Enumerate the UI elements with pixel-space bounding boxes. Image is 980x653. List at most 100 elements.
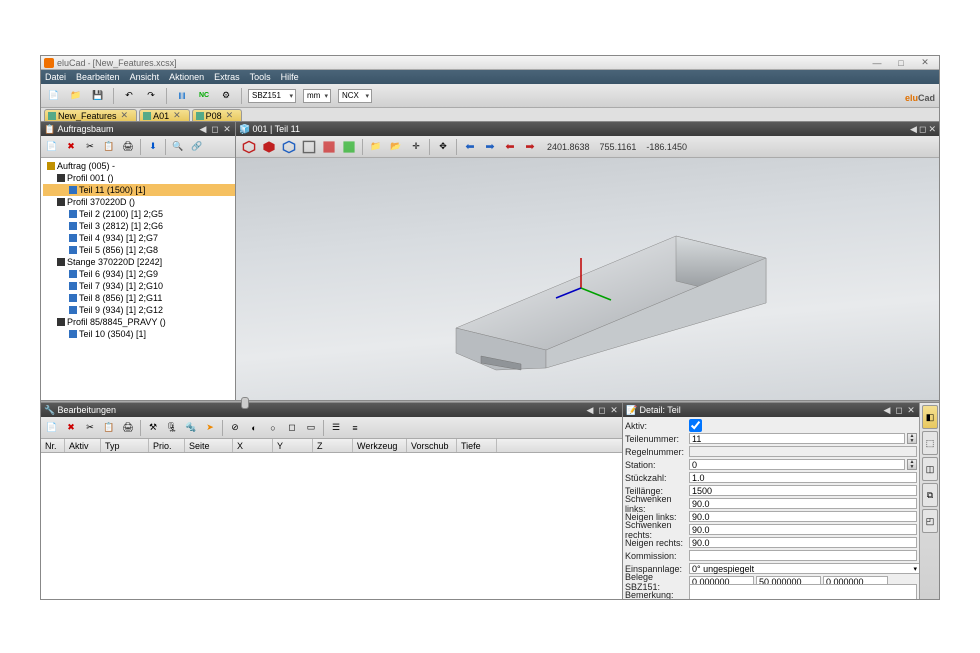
panel-close-icon[interactable]: ✕: [222, 124, 232, 135]
tree-item[interactable]: Profil 370220D (): [43, 196, 235, 208]
station-stepper[interactable]: ▲▼: [907, 459, 917, 470]
tree-item[interactable]: Profil 85/8845_PRAVY (): [43, 316, 235, 328]
tree-item[interactable]: Teil 2 (2100) [1] 2;G5: [43, 208, 235, 220]
tab-a01[interactable]: A01✕: [139, 109, 190, 121]
link-button[interactable]: 🔗: [188, 138, 206, 156]
op-copy-icon[interactable]: 📋: [100, 419, 118, 437]
tree-item[interactable]: Teil 8 (856) [1] 2;G11: [43, 292, 235, 304]
stueckzahl-field[interactable]: 1.0: [689, 472, 917, 483]
nav-left-icon[interactable]: ⬅: [461, 138, 479, 156]
barcode-button[interactable]: ‖‖: [173, 87, 191, 105]
tree-item[interactable]: Teil 6 (934) [1] 2;G9: [43, 268, 235, 280]
menu-ansicht[interactable]: Ansicht: [130, 72, 160, 82]
down-button[interactable]: ⬇: [144, 138, 162, 156]
maximize-button[interactable]: □: [890, 58, 912, 68]
view-move-icon[interactable]: ✥: [434, 138, 452, 156]
panel-dock-icon[interactable]: ◻: [210, 124, 220, 135]
tree-item[interactable]: Profil 001 (): [43, 172, 235, 184]
tree-item[interactable]: Teil 10 (3504) [1]: [43, 328, 235, 340]
op-mill2-icon[interactable]: ◐: [245, 419, 263, 437]
op-mill5-icon[interactable]: ▭: [302, 419, 320, 437]
side-tab-1[interactable]: ◧: [922, 405, 938, 429]
teilenummer-stepper[interactable]: ▲▼: [907, 433, 917, 444]
tree-item[interactable]: Teil 4 (934) [1] 2;G7: [43, 232, 235, 244]
tree-item[interactable]: Teil 9 (934) [1] 2;G12: [43, 304, 235, 316]
op-mill1-icon[interactable]: ⊘: [226, 419, 244, 437]
nav-right-icon[interactable]: ➡: [481, 138, 499, 156]
op-mill4-icon[interactable]: ◻: [283, 419, 301, 437]
tree-item[interactable]: Stange 370220D [2242]: [43, 256, 235, 268]
minimize-button[interactable]: —: [866, 58, 888, 68]
find-button[interactable]: 🔍: [169, 138, 187, 156]
menu-hilfe[interactable]: Hilfe: [281, 72, 299, 82]
teilenummer-field[interactable]: 11: [689, 433, 905, 444]
panel-pin-icon[interactable]: ◀: [198, 124, 208, 135]
bemerkung-field[interactable]: [689, 584, 917, 600]
op-delete-icon[interactable]: ✖: [62, 419, 80, 437]
3d-view[interactable]: [236, 158, 939, 400]
nav-first-icon[interactable]: ⬅: [501, 138, 519, 156]
op-add-icon[interactable]: 📄: [43, 419, 61, 437]
open-button[interactable]: 📁: [67, 87, 85, 105]
tree-item[interactable]: Teil 3 (2812) [1] 2;G6: [43, 220, 235, 232]
delete-button[interactable]: ✖: [62, 138, 80, 156]
add-button[interactable]: 📄: [43, 138, 61, 156]
new-button[interactable]: 📄: [45, 87, 63, 105]
nc-button[interactable]: NC: [195, 87, 213, 105]
view-close-icon[interactable]: ✕: [928, 124, 936, 135]
tree-item[interactable]: Auftrag (005) -: [43, 160, 235, 172]
op-tool2-icon[interactable]: 🗜: [163, 419, 181, 437]
horizontal-splitter[interactable]: [41, 400, 939, 403]
save-button[interactable]: 💾: [89, 87, 107, 105]
neigen-links-field[interactable]: 90.0: [689, 511, 917, 522]
close-button[interactable]: ✕: [914, 58, 936, 68]
menu-bearbeiten[interactable]: Bearbeiten: [76, 72, 120, 82]
view-axes-icon[interactable]: ✛: [407, 138, 425, 156]
op-list2-icon[interactable]: ≡: [346, 419, 364, 437]
tab-p08[interactable]: P08✕: [192, 109, 243, 121]
op-mill3-icon[interactable]: ○: [264, 419, 282, 437]
tool-button[interactable]: ⚙: [217, 87, 235, 105]
side-tab-3[interactable]: ◫: [922, 457, 938, 481]
menu-extras[interactable]: Extras: [214, 72, 240, 82]
nav-last-icon[interactable]: ➡: [521, 138, 539, 156]
op-cut-icon[interactable]: ✂: [81, 419, 99, 437]
undo-button[interactable]: ↶: [120, 87, 138, 105]
side-tab-4[interactable]: ⧉: [922, 483, 938, 507]
tree-item[interactable]: Teil 11 (1500) [1]: [43, 184, 235, 196]
menu-tools[interactable]: Tools: [250, 72, 271, 82]
op-cursor-icon[interactable]: ➤: [201, 419, 219, 437]
view-top-icon[interactable]: [340, 138, 358, 156]
view-folder2-icon[interactable]: 📂: [387, 138, 405, 156]
einspannlage-dropdown[interactable]: 0° ungespiegelt: [689, 563, 919, 574]
mode-dropdown[interactable]: NCX: [338, 89, 372, 103]
tab-new-features[interactable]: New_Features✕: [44, 109, 137, 121]
neigen-rechts-field[interactable]: 90.0: [689, 537, 917, 548]
view-dock-icon[interactable]: ◻: [919, 124, 926, 135]
op-tool3-icon[interactable]: 🔩: [182, 419, 200, 437]
teillaenge-field[interactable]: 1500: [689, 485, 917, 496]
schwenk-links-field[interactable]: 90.0: [689, 498, 917, 509]
view-folder-icon[interactable]: 📁: [367, 138, 385, 156]
aktiv-checkbox[interactable]: [689, 419, 702, 432]
view-side-icon[interactable]: [320, 138, 338, 156]
cut-button[interactable]: ✂: [81, 138, 99, 156]
print-button[interactable]: 🖨: [119, 138, 137, 156]
unit-dropdown[interactable]: mm: [303, 89, 331, 103]
tree-item[interactable]: Teil 5 (856) [1] 2;G8: [43, 244, 235, 256]
view-pin-icon[interactable]: ◀: [910, 124, 917, 135]
menu-aktionen[interactable]: Aktionen: [169, 72, 204, 82]
side-tab-2[interactable]: ⬚: [922, 431, 938, 455]
schwenk-rechts-field[interactable]: 90.0: [689, 524, 917, 535]
station-field[interactable]: 0: [689, 459, 905, 470]
tree-item[interactable]: Teil 7 (934) [1] 2;G10: [43, 280, 235, 292]
redo-button[interactable]: ↷: [142, 87, 160, 105]
copy-button[interactable]: 📋: [100, 138, 118, 156]
kommission-field[interactable]: [689, 550, 917, 561]
view-front-icon[interactable]: [300, 138, 318, 156]
op-tool1-icon[interactable]: ⚒: [144, 419, 162, 437]
machine-dropdown[interactable]: SBZ151: [248, 89, 296, 103]
view-wire-icon[interactable]: [280, 138, 298, 156]
side-tab-5[interactable]: ◰: [922, 509, 938, 533]
menu-datei[interactable]: Datei: [45, 72, 66, 82]
